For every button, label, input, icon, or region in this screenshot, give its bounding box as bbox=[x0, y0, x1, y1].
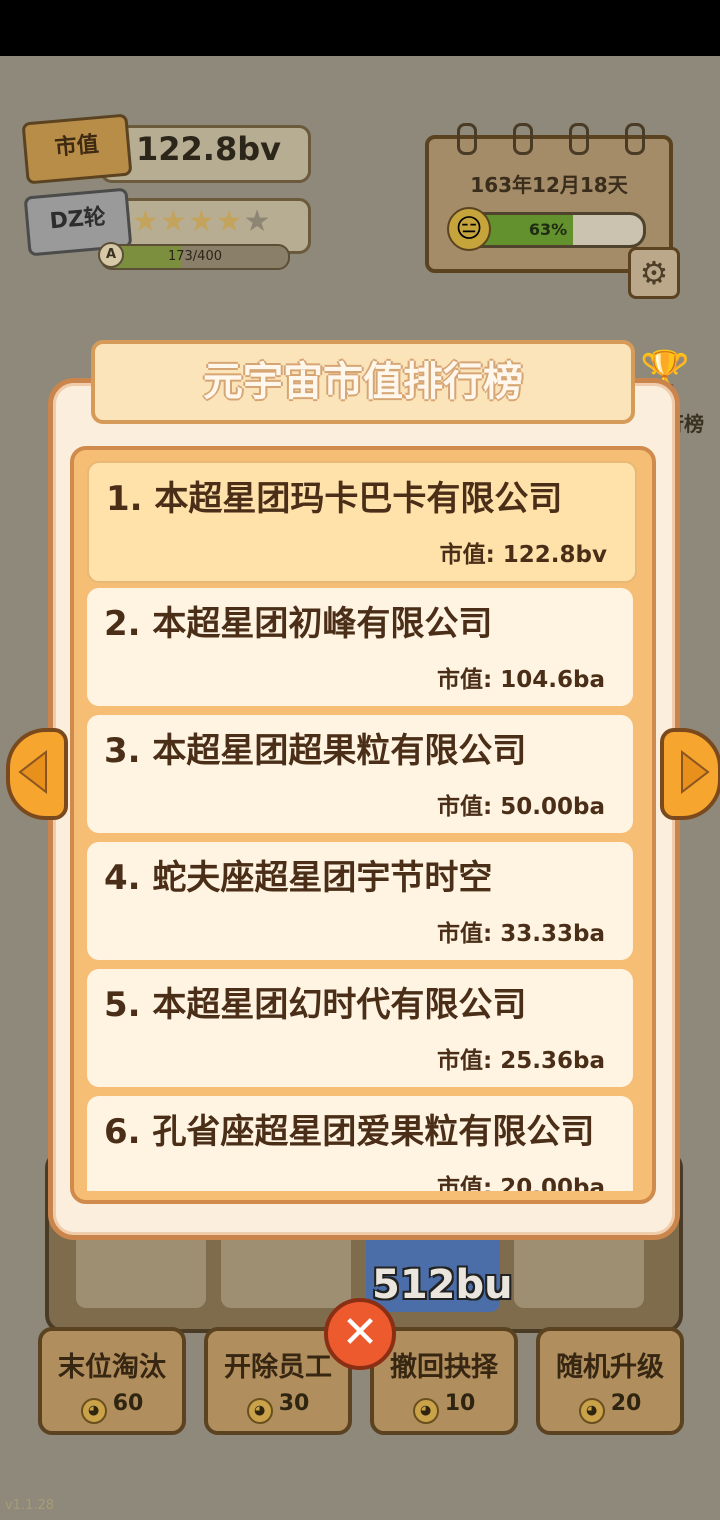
ranking-item-value: 市值: 122.8bv bbox=[439, 542, 607, 568]
team-slot[interactable] bbox=[221, 1230, 351, 1308]
ranking-item-name: 6. 孔省座超星团爱果粒有限公司 bbox=[104, 1112, 595, 1152]
ranking-item-value: 市值: 104.6ba bbox=[437, 667, 605, 693]
ranking-item[interactable]: 6. 孔省座超星团爱果粒有限公司 市值: 20.00ba bbox=[87, 1096, 633, 1191]
xp-bar: 173/400 bbox=[100, 244, 290, 270]
star-icon: ★ bbox=[215, 204, 244, 239]
action-eliminate-button[interactable]: 末位淘汰 ◕ 60 bbox=[38, 1327, 186, 1435]
calendar-ring bbox=[625, 123, 645, 155]
team-slot[interactable] bbox=[514, 1230, 644, 1308]
hero-value: 512bu bbox=[372, 1262, 513, 1308]
ranking-item[interactable]: 3. 本超星团超果粒有限公司 市值: 50.00ba bbox=[87, 715, 633, 833]
ranking-item[interactable]: 1. 本超星团玛卡巴卡有限公司 市值: 122.8bv bbox=[87, 461, 637, 583]
status-bar bbox=[0, 0, 720, 56]
market-value-label: 市值 bbox=[53, 132, 100, 161]
calendar-ring bbox=[457, 123, 477, 155]
action-name: 随机升级 bbox=[556, 1352, 664, 1383]
star-icon: ★ bbox=[132, 204, 160, 239]
previous-page-button[interactable] bbox=[6, 728, 68, 820]
coin-icon: ◕ bbox=[578, 1398, 605, 1424]
ranking-item-name: 5. 本超星团幻时代有限公司 bbox=[104, 985, 527, 1025]
market-value: 122.8bv bbox=[136, 130, 281, 168]
market-value-badge: 市值 bbox=[21, 113, 133, 185]
rank-label: DZ轮 bbox=[48, 204, 107, 235]
calendar-date: 163年12月18天 bbox=[470, 173, 628, 197]
action-cost: ◕ 60 bbox=[42, 1391, 182, 1424]
xp-text: 173/400 bbox=[167, 249, 222, 264]
coin-icon: ◕ bbox=[80, 1398, 107, 1424]
action-upgrade-button[interactable]: 随机升级 ◕ 20 bbox=[536, 1327, 684, 1435]
star-icon: ★ bbox=[159, 204, 188, 239]
settings-gear-button[interactable]: ⚙ bbox=[628, 247, 680, 299]
ranking-item-name: 1. 本超星团玛卡巴卡有限公司 bbox=[106, 479, 563, 519]
star-icon: ★ bbox=[187, 204, 216, 239]
action-name: 开除员工 bbox=[224, 1352, 332, 1383]
action-name: 末位淘汰 bbox=[58, 1352, 166, 1383]
ranking-list-frame: 1. 本超星团玛卡巴卡有限公司 市值: 122.8bv 2. 本超星团初峰有限公… bbox=[70, 446, 656, 1204]
chevron-left-icon bbox=[18, 749, 47, 795]
action-name: 撤回抉择 bbox=[390, 1352, 498, 1383]
ranking-item[interactable]: 4. 蛇夫座超星团宇节时空 市值: 33.33ba bbox=[87, 842, 633, 960]
modal-title: 元宇宙市值排行榜 bbox=[203, 359, 523, 405]
mood-face-icon: 😑 bbox=[447, 207, 491, 251]
ranking-item-value: 市值: 25.36ba bbox=[437, 1048, 605, 1074]
ranking-item-value: 市值: 33.33ba bbox=[437, 921, 605, 947]
ranking-item-name: 2. 本超星团初峰有限公司 bbox=[104, 604, 493, 644]
coin-icon: ◕ bbox=[412, 1398, 439, 1424]
ranking-list[interactable]: 1. 本超星团玛卡巴卡有限公司 市值: 122.8bv 2. 本超星团初峰有限公… bbox=[87, 461, 637, 1191]
star-rating: ★★★★★ bbox=[132, 204, 272, 239]
ranking-item[interactable]: 5. 本超星团幻时代有限公司 市值: 25.36ba bbox=[87, 969, 633, 1087]
action-cost: ◕ 10 bbox=[374, 1391, 514, 1424]
chevron-right-icon bbox=[681, 749, 710, 795]
grade-badge: A bbox=[98, 242, 124, 268]
close-button[interactable]: ✕ bbox=[324, 1298, 396, 1370]
team-slot[interactable] bbox=[76, 1230, 206, 1308]
ranking-item[interactable]: 2. 本超星团初峰有限公司 市值: 104.6ba bbox=[87, 588, 633, 706]
next-page-button[interactable] bbox=[660, 728, 720, 820]
version-label: v1.1.28 bbox=[5, 1498, 55, 1513]
ranking-item-value: 市值: 20.00ba bbox=[437, 1175, 605, 1191]
action-cost: ◕ 20 bbox=[540, 1391, 680, 1424]
ranking-item-value: 市值: 50.00ba bbox=[437, 794, 605, 820]
ranking-item-name: 4. 蛇夫座超星团宇节时空 bbox=[104, 858, 493, 898]
calendar-ring bbox=[569, 123, 589, 155]
modal-title-banner: 元宇宙市值排行榜 bbox=[91, 340, 635, 424]
ranking-item-name: 3. 本超星团超果粒有限公司 bbox=[104, 731, 527, 771]
calendar-ring bbox=[513, 123, 533, 155]
action-cost: ◕ 30 bbox=[208, 1391, 348, 1424]
coin-icon: ◕ bbox=[246, 1398, 273, 1424]
star-empty-icon: ★ bbox=[243, 204, 272, 239]
